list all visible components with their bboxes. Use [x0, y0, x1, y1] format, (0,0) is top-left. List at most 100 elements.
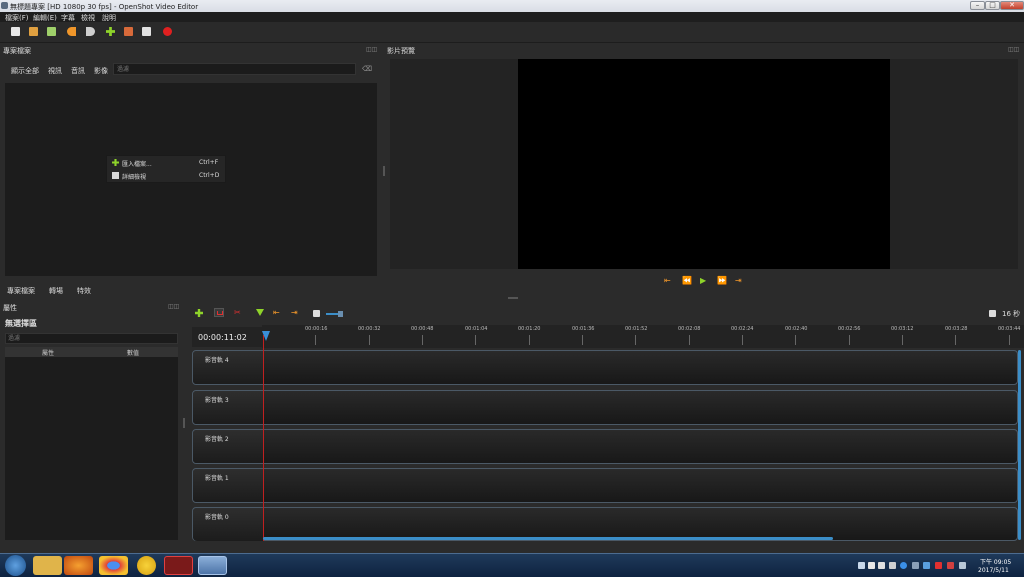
profile-icon[interactable]: [124, 27, 133, 36]
file-explorer-icon[interactable]: [33, 556, 62, 575]
properties-table-header: 屬性 數值: [5, 347, 178, 357]
open-project-icon[interactable]: [29, 27, 38, 36]
details-view-icon: [112, 172, 119, 179]
tray-icon[interactable]: [959, 562, 966, 569]
tab-audio[interactable]: 音訊: [71, 66, 85, 76]
context-details-label: 詳細檢視: [122, 174, 147, 181]
properties-panel-title: 屬性: [3, 304, 17, 312]
start-button[interactable]: [5, 555, 26, 576]
properties-splitter-handle[interactable]: [183, 418, 185, 428]
context-details-shortcut: Ctrl+D: [199, 172, 220, 179]
ruler-label: 00:01:04: [465, 326, 488, 332]
add-file-icon[interactable]: [106, 27, 115, 36]
ruler-label: 00:02:56: [838, 326, 861, 332]
ruler-tick: [422, 335, 423, 345]
timeline-horizontal-scrollbar[interactable]: [263, 537, 833, 540]
files-filter-input[interactable]: [113, 63, 356, 75]
track-label: 影音軌 3: [205, 397, 229, 404]
video-canvas[interactable]: [518, 59, 890, 269]
tray-icon[interactable]: [868, 562, 875, 569]
files-panel-float-icon[interactable]: ◫◫: [366, 46, 377, 53]
tray-icon[interactable]: [912, 562, 919, 569]
track-3[interactable]: 影音軌 3: [192, 390, 1018, 425]
redo-icon[interactable]: [86, 27, 95, 36]
vertical-splitter-handle[interactable]: [383, 166, 385, 176]
track-1[interactable]: 影音軌 1: [192, 468, 1018, 503]
taskbar-time[interactable]: 下午 09:05: [980, 557, 1011, 566]
track-0[interactable]: 影音軌 0: [192, 507, 1018, 541]
razor-icon[interactable]: ✂: [234, 308, 241, 317]
tab-show-all[interactable]: 顯示全部: [11, 66, 39, 76]
firefox-icon[interactable]: [64, 556, 93, 575]
chrome-icon[interactable]: [99, 556, 128, 575]
column-property[interactable]: 屬性: [42, 348, 54, 357]
tab-effects[interactable]: 特效: [77, 286, 91, 296]
media-player-icon[interactable]: [137, 556, 156, 575]
tab-project-files[interactable]: 專案檔案: [7, 286, 35, 296]
playhead-line[interactable]: [263, 335, 264, 541]
title-bar: 無標題專案 [HD 1080p 30 fps] - OpenShot Video…: [0, 0, 1024, 12]
jump-start-button[interactable]: ⇤: [664, 276, 671, 285]
preview-panel-float-icon[interactable]: ◫◫: [1008, 46, 1019, 53]
ruler-label: 00:01:36: [572, 326, 595, 332]
ruler-tick: [689, 335, 690, 345]
tab-video[interactable]: 視訊: [48, 66, 62, 76]
tray-icon[interactable]: [889, 562, 896, 569]
previous-marker-icon[interactable]: ⇤: [273, 308, 280, 317]
zoom-in-icon[interactable]: [989, 310, 996, 317]
track-2[interactable]: 影音軌 2: [192, 429, 1018, 464]
properties-panel-float-icon[interactable]: ◫◫: [168, 303, 179, 310]
menu-bar: 檔案(F) 編輯(E) 字幕 檢視 說明: [0, 12, 1024, 22]
ruler-tick: [635, 335, 636, 345]
column-value[interactable]: 數值: [127, 348, 139, 357]
openshot-icon[interactable]: [198, 556, 227, 575]
ruler-label: 00:03:28: [945, 326, 968, 332]
export-icon[interactable]: [142, 27, 151, 36]
tray-icon[interactable]: [947, 562, 954, 569]
properties-table[interactable]: [5, 347, 178, 540]
next-marker-icon[interactable]: ⇥: [291, 308, 298, 317]
plus-icon: [112, 159, 119, 166]
new-project-icon[interactable]: [11, 27, 20, 36]
clear-filter-icon[interactable]: ⌫: [362, 65, 372, 73]
timeline-vertical-scrollbar[interactable]: [1018, 350, 1021, 540]
ruler-label: 00:02:24: [731, 326, 754, 332]
close-button[interactable]: ✕: [1000, 1, 1024, 10]
playhead-handle[interactable]: [262, 331, 270, 341]
add-marker-icon[interactable]: [256, 309, 264, 316]
play-button[interactable]: ▶: [700, 276, 706, 285]
context-details-view[interactable]: 詳細檢視 Ctrl+D: [111, 170, 225, 182]
tab-transitions[interactable]: 轉場: [49, 286, 63, 296]
preview-panel-title: 影片預覽: [387, 47, 415, 55]
properties-filter-input[interactable]: [5, 333, 178, 344]
tab-image[interactable]: 影像: [94, 66, 108, 76]
tray-icon[interactable]: [935, 562, 942, 569]
undo-icon[interactable]: [67, 27, 76, 36]
save-project-icon[interactable]: [47, 27, 56, 36]
tray-icon[interactable]: [923, 562, 930, 569]
minimize-button[interactable]: –: [970, 1, 985, 10]
ruler-tick: [1009, 335, 1010, 345]
timeline-toolbar: ✂ ⇤ ⇥ 16 秒: [190, 305, 1024, 321]
zoom-out-icon[interactable]: [313, 310, 320, 317]
record-icon[interactable]: [163, 27, 172, 36]
rewind-button[interactable]: ⏪: [682, 276, 692, 285]
maximize-button[interactable]: □: [985, 1, 1000, 10]
add-track-icon[interactable]: [195, 309, 203, 317]
jump-end-button[interactable]: ⇥: [735, 276, 742, 285]
ruler-tick: [475, 335, 476, 345]
ruler-label: 00:01:20: [518, 326, 541, 332]
track-4[interactable]: 影音軌 4: [192, 350, 1018, 385]
zoom-slider-handle[interactable]: [338, 311, 343, 317]
timeline-ruler[interactable]: 00:00:16 00:00:32 00:00:48 00:01:04 00:0…: [262, 325, 1024, 348]
tray-icon[interactable]: [900, 562, 907, 569]
snap-icon[interactable]: [214, 308, 224, 317]
context-import-files[interactable]: 匯入檔案... Ctrl+F: [111, 157, 225, 169]
horizontal-splitter-handle[interactable]: [508, 297, 518, 299]
tray-icon[interactable]: [878, 562, 885, 569]
taskbar-date[interactable]: 2017/5/11: [978, 567, 1009, 574]
track-label: 影音軌 4: [205, 357, 229, 364]
tray-icon[interactable]: [858, 562, 865, 569]
video-editor-icon[interactable]: [164, 556, 193, 575]
fast-forward-button[interactable]: ⏩: [717, 276, 727, 285]
